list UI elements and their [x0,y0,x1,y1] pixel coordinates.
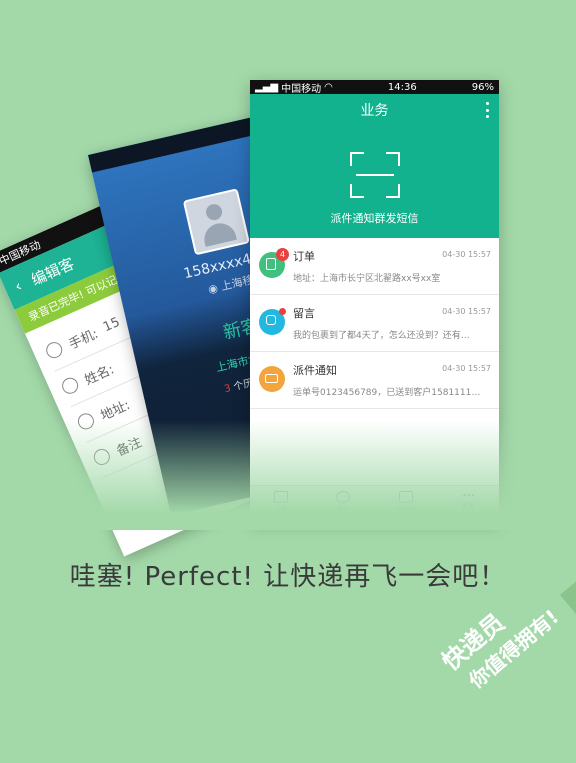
field-label: 手机: [66,326,101,353]
list-item-delivery-notice[interactable]: 派件通知 运单号0123456789，已送到客户1581111… 04-30 15… [250,352,499,409]
tab-label: 业务 [274,506,289,514]
tab-label: 客户 [336,506,351,514]
field-value: 15 [100,314,123,335]
tab-bar: 业务 客户 快递圈 更多 [250,485,499,520]
clock: 14:36 [387,81,417,93]
item-subtitle: 运单号0123456789，已送到客户1581111… [293,388,481,398]
hero-text: 派件通知群发短信 [330,212,419,225]
signal-icon: ▂▄▆ [255,81,279,93]
phone-icon [43,339,65,361]
more-icon[interactable] [486,102,489,118]
list-item-message[interactable]: 留言 我的包裹到了都4天了，怎么还没到？还有… 04-30 15:57 [250,295,499,352]
business-icon [274,491,289,503]
order-icon: 4 [259,248,289,278]
promo-stage: 中国移动 ‹ 编辑客 录音已完毕! 可以记录 手机: 15 姓名: 地址: 备注 … [0,0,576,763]
tab-more[interactable]: 更多 [437,486,499,520]
tab-label: 快递圈 [395,506,417,514]
slogan: 哇塞! Perfect! 让快递再飞一会吧！ [69,562,507,592]
tab-label: 更多 [460,503,475,511]
tab-courier-circle[interactable]: 快递圈 [375,486,437,520]
wifi-icon: ◠ [324,81,333,93]
tab-business[interactable]: 业务 [250,486,312,520]
location-icon [75,410,97,432]
header-title: 业务 [360,103,389,119]
header: 业务 [250,94,499,126]
tab-customers[interactable]: 客户 [312,486,374,520]
field-label: 备注 [114,434,145,460]
pencil-icon [91,446,113,468]
user-icon [59,375,81,397]
item-time: 04-30 15:57 [442,250,491,259]
status-bar: ▂▄▆ 中国移动 ◠ 14:36 96% [250,80,499,95]
item-subtitle: 地址：上海市长宁区北翟路xx号xx室 [293,274,441,284]
item-subtitle: 我的包裹到了都4天了，怎么还没到？还有… [293,331,470,341]
item-time: 04-30 15:57 [442,364,491,373]
chat-icon [259,308,286,335]
list-item-order[interactable]: 4 订单 地址：上海市长宁区北翟路xx号xx室 04-30 15:57 [250,238,499,295]
avatar [182,188,250,256]
phone-front-business: ▂▄▆ 中国移动 ◠ 14:36 96% 业务 派件通知群发短信 4 订单 地址：上海… [250,80,499,520]
message-list: 4 订单 地址：上海市长宁区北翟路xx号xx室 04-30 15:57 留言 我的包… [250,238,499,409]
scan-icon [349,152,400,198]
item-time: 04-30 15:57 [442,307,491,316]
field-label: 姓名: [82,361,117,388]
back-icon[interactable]: ‹ [12,277,25,296]
customers-icon [336,491,351,503]
field-label: 地址: [98,397,133,424]
mail-icon [259,366,285,392]
unread-badge: 4 [276,248,289,261]
batch-sms-banner[interactable]: 派件通知群发短信 [250,126,499,238]
history-count: 3 [223,383,232,396]
carrier-label: 中国移动 [281,83,322,95]
corner-ribbon [560,440,576,668]
more-dots-icon [461,494,474,500]
battery-level: 96% [471,81,494,93]
unread-dot [279,308,286,315]
chat-bubble-icon [398,491,413,503]
